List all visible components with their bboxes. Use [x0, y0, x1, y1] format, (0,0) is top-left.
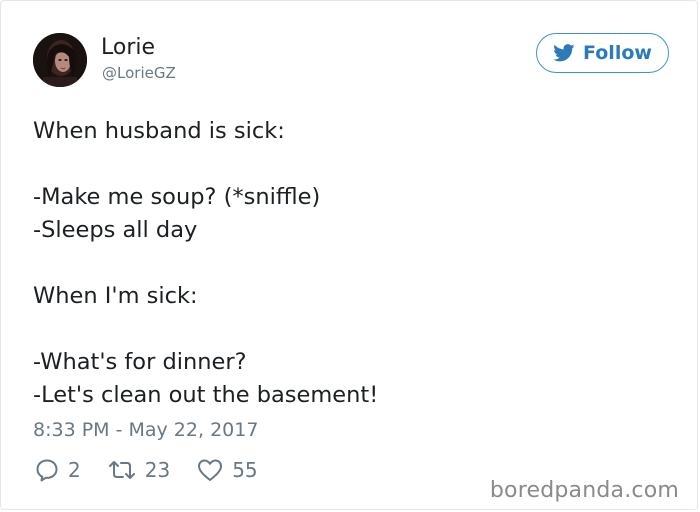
boredpanda-watermark: boredpanda.com	[489, 478, 679, 503]
retweet-button[interactable]: 23	[107, 457, 170, 483]
heart-icon	[196, 457, 232, 483]
like-button[interactable]: 55	[196, 457, 258, 483]
author-display-name[interactable]: Lorie	[101, 35, 155, 61]
tweet-actions: 2 23 55	[34, 455, 284, 485]
tweet-card: Lorie @LorieGZ Follow When husband is si…	[0, 0, 698, 510]
follow-button[interactable]: Follow	[536, 33, 669, 73]
tweet-text: When husband is sick: -Make me soup? (*s…	[33, 118, 379, 408]
user-avatar-photo	[33, 33, 87, 87]
reply-icon	[34, 457, 68, 483]
like-count: 55	[232, 458, 258, 482]
twitter-bird-icon	[553, 44, 575, 62]
tweet-timestamp[interactable]: 8:33 PM - May 22, 2017	[33, 417, 258, 443]
author-handle[interactable]: @LorieGZ	[102, 63, 176, 83]
reply-button[interactable]: 2	[34, 457, 81, 483]
retweet-icon	[107, 457, 145, 483]
follow-button-label: Follow	[583, 42, 652, 64]
avatar[interactable]	[33, 33, 87, 87]
reply-count: 2	[68, 458, 81, 482]
retweet-count: 23	[144, 458, 171, 482]
